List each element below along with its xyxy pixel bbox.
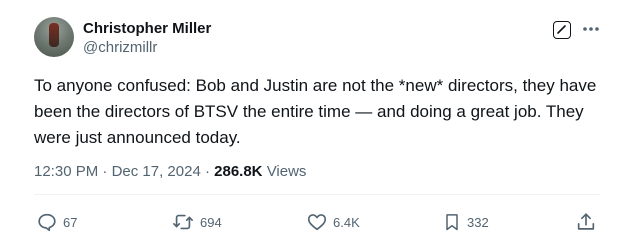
tweet-time[interactable]: 12:30 PM [34, 163, 98, 180]
author-display-name[interactable]: Christopher Miller [83, 20, 211, 38]
repost-button[interactable]: 694 [171, 210, 222, 234]
bookmark-icon [446, 214, 458, 231]
tweet-text: To anyone confused: Bob and Justin are n… [34, 76, 597, 147]
avatar-figure [49, 23, 59, 47]
views-label: Views [266, 163, 307, 180]
like-count: 6.4K [333, 214, 360, 230]
grok-icon[interactable] [553, 21, 571, 39]
more-icon[interactable] [581, 19, 601, 39]
reply-icon [38, 213, 56, 232]
bookmark-count: 332 [467, 214, 489, 230]
tweet-date[interactable]: Dec 17, 2024 [112, 163, 201, 180]
bookmark-button[interactable]: 332 [442, 210, 489, 234]
views-count[interactable]: 286.8K [214, 163, 262, 180]
heart-icon [307, 214, 327, 231]
reply-count: 67 [63, 214, 78, 230]
repost-count: 694 [200, 214, 222, 230]
meta-separator: · [102, 163, 108, 180]
action-bar: 67 694 6.4K 332 [0, 210, 635, 234]
share-icon [577, 213, 595, 230]
reply-button[interactable]: 67 [36, 210, 77, 234]
divider [34, 194, 600, 195]
tweet: Christopher Miller @chrizmillr To anyone… [0, 0, 635, 247]
like-button[interactable]: 6.4K [306, 210, 360, 234]
avatar[interactable] [34, 17, 74, 57]
tweet-meta: 12:30 PM · Dec 17, 2024 · 286.8K Views [34, 163, 306, 181]
author-handle[interactable]: @chrizmillr [83, 39, 157, 57]
meta-separator: · [204, 163, 210, 180]
repost-icon [173, 214, 193, 230]
share-button[interactable] [575, 210, 597, 234]
